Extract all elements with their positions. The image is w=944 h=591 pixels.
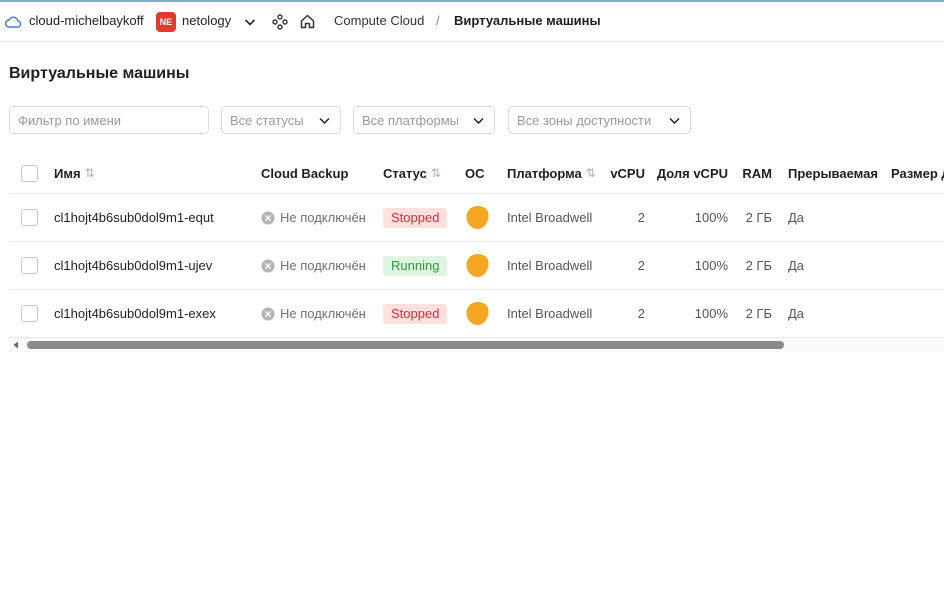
platform-cell: Intel Broadwell [507,306,593,321]
home-icon[interactable] [299,13,316,30]
vcpu-cell: 2 [637,258,645,273]
name-filter-input[interactable]: Фильтр по имени [9,106,209,134]
row-checkbox[interactable] [21,305,38,322]
backup-cell: Не подключён [261,242,366,289]
os-cell [465,242,490,289]
column-header-os: ОС [465,165,485,181]
preemptible-cell: Да [788,306,805,321]
row-select-cell [21,290,38,337]
row-checkbox[interactable] [21,257,38,274]
not-connected-icon [261,211,275,224]
sort-icon[interactable]: ⇅ [85,166,95,180]
vm-name-link[interactable]: cl1hojt4b6sub0dol9m1-exex [54,290,216,337]
column-platform-label: Платформа [507,165,582,181]
platform-cell: Intel Broadwell [507,210,593,225]
cloud-name[interactable]: cloud-michelbaykoff [29,13,144,28]
table-row[interactable]: cl1hojt4b6sub0dol9m1-equt Не подключён S… [9,194,944,242]
page-title: Виртуальные машины [9,65,190,82]
ram-cell: 2 ГБ [745,210,772,225]
vm-name-link[interactable]: cl1hojt4b6sub0dol9m1-equt [54,194,214,241]
scroll-left-icon[interactable] [12,341,20,349]
backup-status: Не подключён [280,258,366,273]
vcpu-cell: 2 [637,306,645,321]
vcpu-share-cell: 100% [694,210,728,225]
org-badge[interactable]: NE [156,12,176,32]
chevron-down-icon [669,117,680,125]
column-header-status[interactable]: Статус ⇅ [383,153,441,193]
status-badge: Stopped [383,207,448,228]
os-cell [465,290,490,337]
status-cell: Stopped [383,194,448,241]
chevron-down-icon [473,117,484,125]
sort-icon[interactable]: ⇅ [586,166,596,180]
table-row[interactable]: cl1hojt4b6sub0dol9m1-ujev Не подключён R… [9,242,944,290]
column-header-vcpu-share: Доля vCPU [656,165,728,181]
row-select-cell [21,194,38,241]
backup-status: Не подключён [280,306,366,321]
vcpu-cell: 2 [637,210,645,225]
backup-cell: Не подключён [261,194,366,241]
os-cell [465,194,490,241]
not-connected-icon [261,307,275,320]
lamp-os-icon [466,254,489,277]
table-header-row: Имя ⇅ Cloud Backup Статус ⇅ ОС Платформа ⇅ … [9,153,944,194]
select-all-cell [21,153,38,193]
cloud-icon[interactable] [4,13,22,31]
status-filter-select[interactable]: Все статусы [221,106,341,134]
vm-name-link[interactable]: cl1hojt4b6sub0dol9m1-ujev [54,242,212,289]
column-status-label: Статус [383,165,427,181]
lamp-os-icon [466,302,489,325]
preemptible-cell: Да [788,258,805,273]
backup-cell: Не подключён [261,290,366,337]
status-filter-value: Все статусы [230,112,304,128]
not-connected-icon [261,259,275,272]
select-all-checkbox[interactable] [21,164,38,182]
org-name[interactable]: netology [182,13,231,28]
breadcrumb-current: Виртуальные машины [454,13,601,28]
column-header-preemptible: Прерываемая [788,165,878,181]
status-badge: Running [383,255,448,276]
chevron-down-icon [319,117,330,125]
column-header-name[interactable]: Имя ⇅ [54,153,95,193]
column-header-disk-size: Размер д [891,165,944,181]
row-select-cell [21,242,38,289]
preemptible-cell: Да [788,210,805,225]
services-icon[interactable] [272,14,288,30]
horizontal-scrollbar[interactable] [9,338,944,352]
vcpu-share-cell: 100% [694,258,728,273]
backup-status: Не подключён [280,210,366,225]
ram-cell: 2 ГБ [745,306,772,321]
status-cell: Stopped [383,290,448,337]
lamp-os-icon [466,206,489,229]
chevron-down-icon[interactable] [243,15,257,29]
vcpu-share-cell: 100% [694,306,728,321]
zone-filter-value: Все зоны доступности [517,112,652,128]
column-header-backup: Cloud Backup [261,165,349,181]
status-cell: Running [383,242,448,289]
column-name-label: Имя [54,165,81,181]
zone-filter-select[interactable]: Все зоны доступности [508,106,691,134]
column-header-ram: RAM [742,165,772,181]
row-checkbox[interactable] [21,209,38,226]
scrollbar-thumb[interactable] [27,341,784,349]
platform-filter-select[interactable]: Все платформы [353,106,495,134]
table-row[interactable]: cl1hojt4b6sub0dol9m1-exex Не подключён S… [9,290,944,338]
name-filter-placeholder: Фильтр по имени [18,112,122,128]
platform-filter-value: Все платформы [362,112,459,128]
platform-cell: Intel Broadwell [507,258,593,273]
top-header: cloud-michelbaykoff NE netology Compute … [0,2,944,42]
sort-icon[interactable]: ⇅ [431,166,441,180]
column-header-vcpu: vCPU [610,165,645,181]
breadcrumb-separator: / [436,13,440,28]
ram-cell: 2 ГБ [745,258,772,273]
status-badge: Stopped [383,303,448,324]
breadcrumb-compute-cloud[interactable]: Compute Cloud [334,13,424,28]
column-header-platform[interactable]: Платформа ⇅ [507,153,596,193]
